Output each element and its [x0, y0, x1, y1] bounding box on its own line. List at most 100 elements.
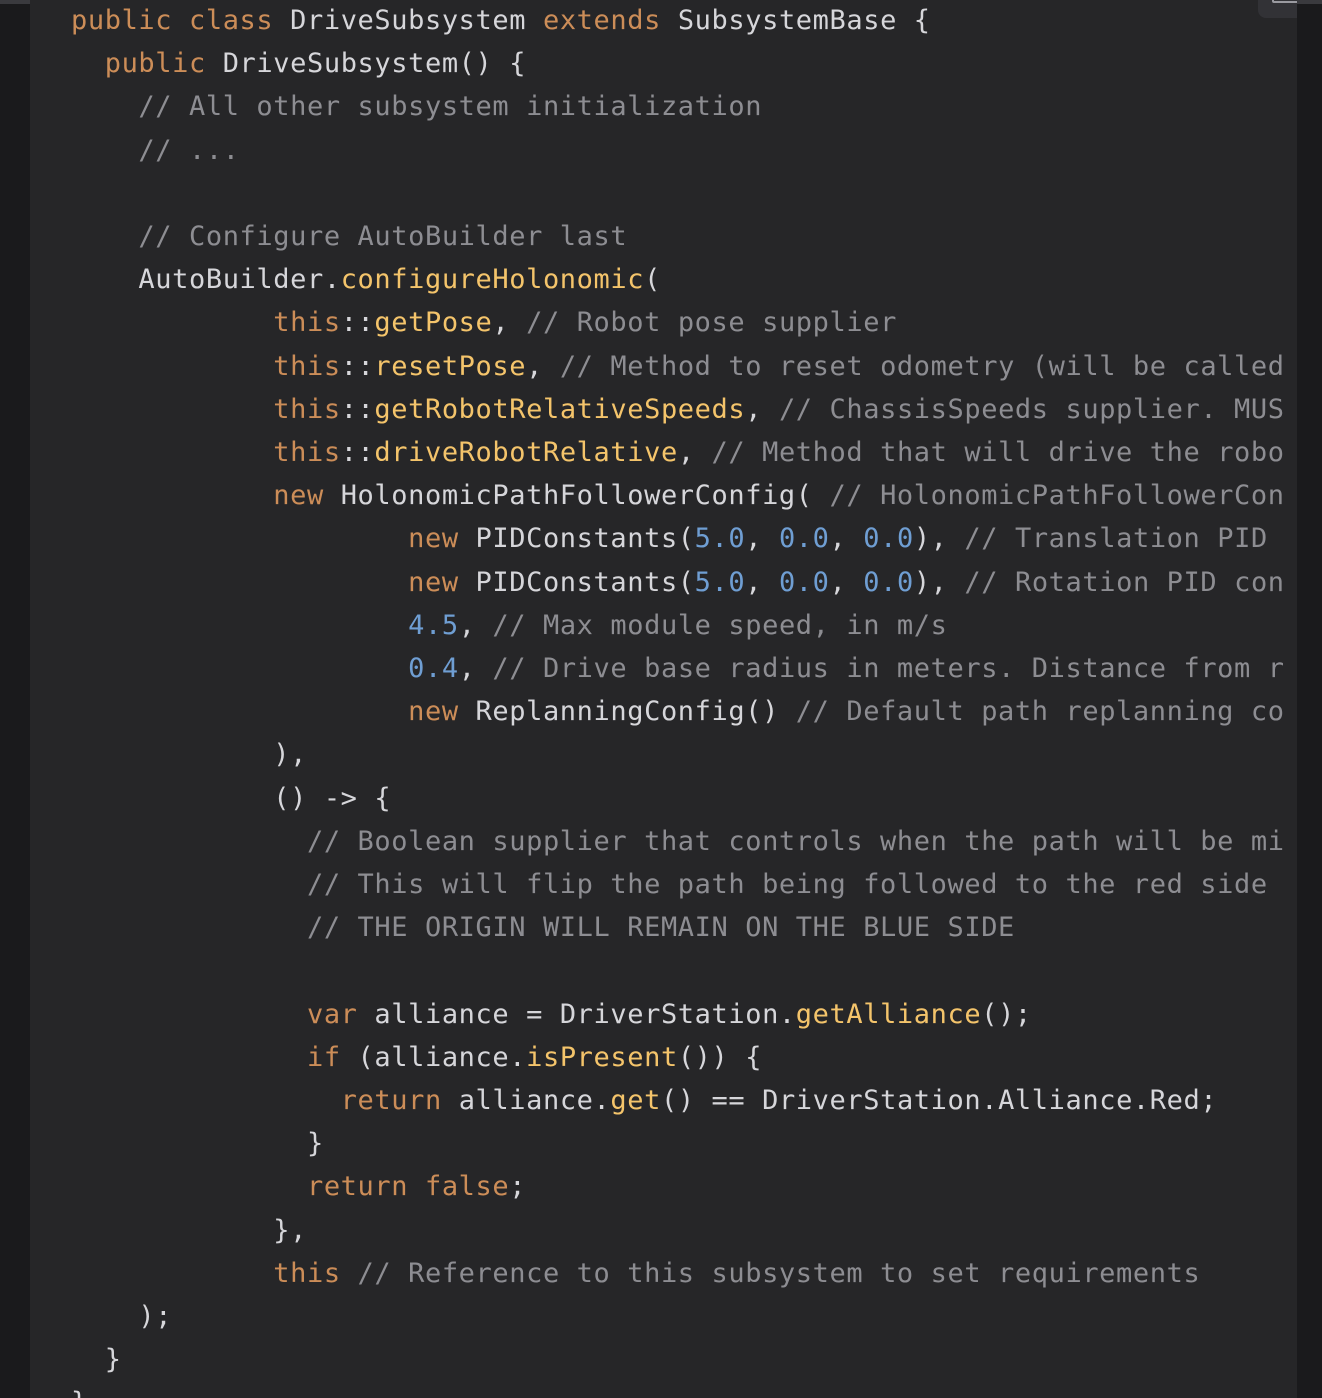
code-token: AutoBuilder. — [71, 264, 341, 296]
code-token: // Default path replanning conf — [795, 696, 1284, 728]
code-token: return — [71, 1085, 459, 1116]
code-token: resetPose — [374, 350, 527, 382]
code-token: ()) { — [677, 1041, 763, 1073]
code-token: }, — [71, 1214, 307, 1246]
code-line: if (alliance.isPresent()) { — [71, 1036, 762, 1079]
code-token: ), — [913, 566, 965, 598]
code-token: 0.0 — [863, 566, 914, 598]
code-token: () -> { — [71, 782, 392, 814]
code-token: // Reference to this subsystem to set re… — [357, 1257, 1201, 1289]
code-line: return alliance.get() == DriverStation.A… — [71, 1079, 1217, 1122]
code-content[interactable]: public class DriveSubsystem extends Subs… — [30, 0, 1284, 1398]
code-token: :: — [340, 393, 375, 425]
code-token: :: — [340, 350, 375, 382]
code-line: this::getRobotRelativeSpeeds, // Chassis… — [71, 388, 1284, 431]
code-token: public class — [71, 5, 291, 36]
code-token: } — [71, 1128, 324, 1160]
code-token: (); — [981, 998, 1032, 1030]
code-token: this — [71, 393, 341, 425]
code-token: SubsystemBase { — [677, 5, 931, 36]
code-token: // Robot pose supplier — [526, 307, 897, 339]
code-token: // This will flip the path being followe… — [71, 869, 1284, 900]
code-token: // Method to reset odometry (will be cal… — [559, 350, 1284, 382]
code-token: 0.0 — [863, 523, 914, 555]
code-line: public DriveSubsystem() { — [71, 42, 526, 85]
code-line: return false; — [71, 1165, 526, 1208]
code-line: this // Reference to this subsystem to s… — [71, 1252, 1200, 1295]
code-token: this — [71, 1257, 358, 1289]
code-token: extends — [542, 5, 678, 36]
code-token: 0.0 — [778, 566, 830, 598]
code-token: ); — [71, 1301, 173, 1332]
code-token: alliance = DriverStation. — [374, 998, 796, 1030]
code-token: HolonomicPathFollowerConfig( — [340, 480, 830, 512]
code-line: this::resetPose, // Method to reset odom… — [71, 345, 1284, 388]
code-token: PIDConstants( — [475, 523, 695, 555]
code-token: getPose — [374, 307, 493, 339]
code-line: var alliance = DriverStation.getAlliance… — [71, 993, 1032, 1036]
code-token: , — [458, 609, 493, 641]
code-token: configureHolonomic — [340, 264, 645, 296]
code-token: new — [71, 566, 476, 598]
code-token: , — [492, 307, 527, 339]
code-token: // Translation PID co — [964, 523, 1284, 555]
page: public class DriveSubsystem extends Subs… — [0, 0, 1322, 1398]
code-line: this::getPose, // Robot pose supplier — [71, 301, 897, 344]
code-line: } — [71, 1122, 324, 1165]
code-line: // Boolean supplier that controls when t… — [71, 820, 1284, 863]
code-token: ), — [913, 523, 965, 555]
code-token: , — [745, 393, 779, 425]
code-token: // Rotation PID const — [964, 566, 1284, 598]
code-line: new PIDConstants(5.0, 0.0, 0.0), // Rota… — [71, 561, 1284, 604]
code-token: :: — [340, 437, 375, 468]
code-line: new ReplanningConfig() // Default path r… — [71, 690, 1284, 733]
code-line: ); — [71, 1295, 172, 1338]
code-token: 5.0 — [694, 566, 746, 598]
code-line: new HolonomicPathFollowerConfig( // Holo… — [71, 474, 1284, 517]
code-line: this::driveRobotRelative, // Method that… — [71, 431, 1284, 474]
code-token: getRobotRelativeSpeeds — [374, 393, 746, 425]
code-token: // Max module speed, in m/s — [492, 609, 948, 641]
code-line: // ... — [71, 129, 240, 172]
code-line: // Configure AutoBuilder last — [71, 215, 627, 258]
code-token: ReplanningConfig() — [475, 696, 796, 728]
code-line: AutoBuilder.configureHolonomic( — [71, 258, 661, 301]
code-token: , — [526, 350, 560, 382]
code-token: // Configure AutoBuilder last — [71, 221, 628, 252]
code-block[interactable]: public class DriveSubsystem extends Subs… — [30, 0, 1297, 1398]
code-token: // Boolean supplier that controls when t… — [71, 825, 1284, 857]
code-line: // This will flip the path being followe… — [71, 863, 1284, 906]
code-line: new PIDConstants(5.0, 0.0, 0.0), // Tran… — [71, 517, 1284, 560]
code-token: :: — [340, 307, 375, 339]
code-token: , — [458, 653, 493, 684]
code-token: } — [71, 1344, 122, 1376]
code-token: get — [610, 1085, 661, 1116]
code-token: PIDConstants( — [475, 566, 695, 598]
code-line: }, — [71, 1209, 307, 1252]
code-token: 0.0 — [778, 523, 830, 555]
code-token: 4.5 — [71, 609, 459, 641]
code-token: } — [71, 1387, 88, 1398]
code-token: (alliance. — [357, 1041, 527, 1073]
code-token: driveRobotRelative — [374, 437, 678, 468]
code-line: 0.4, // Drive base radius in meters. Dis… — [71, 647, 1284, 690]
code-token: new — [71, 523, 476, 555]
code-token: // THE ORIGIN WILL REMAIN ON THE BLUE SI… — [71, 912, 1015, 944]
code-token: () == DriverStation.Alliance.Red; — [660, 1085, 1218, 1116]
code-line: } — [71, 1338, 122, 1381]
code-token: public — [71, 48, 223, 80]
code-token: // ... — [71, 134, 240, 166]
code-token: // All other subsystem initialization — [71, 91, 763, 123]
code-token: DriveSubsystem — [290, 5, 543, 36]
code-token: this — [71, 350, 341, 382]
code-token: ( — [644, 264, 661, 296]
copy-button[interactable] — [1258, 0, 1297, 18]
code-token: new — [71, 480, 341, 512]
code-token: , — [745, 523, 779, 555]
code-token: // HolonomicPathFollowerConfi — [829, 480, 1285, 512]
code-token: if — [71, 1041, 358, 1073]
code-token: // Drive base radius in meters. Distance… — [492, 653, 1284, 684]
code-line: ), — [71, 733, 307, 776]
code-token: ), — [71, 739, 307, 771]
code-token: , — [829, 566, 864, 598]
